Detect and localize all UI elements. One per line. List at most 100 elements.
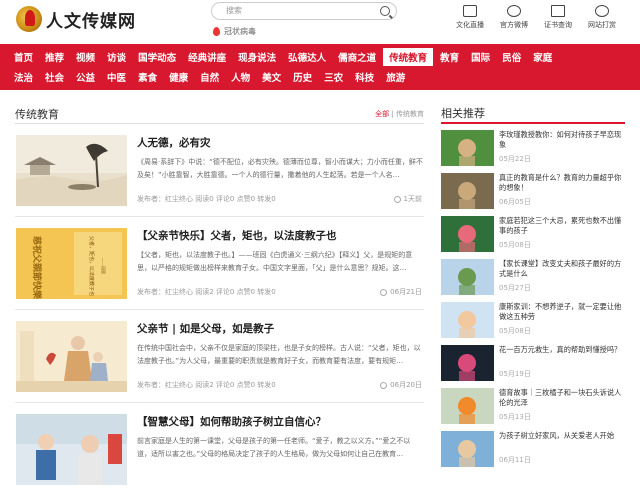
nav-item[interactable]: 教育	[434, 47, 465, 67]
nav-item[interactable]: 推荐	[39, 47, 70, 67]
article-time-text: 06月20日	[390, 381, 422, 389]
sidebar-thumbnail[interactable]	[441, 130, 494, 166]
sidebar-item[interactable]: 真正的教育是什么？教育的力量超乎你的想象！ 06月05日	[441, 171, 625, 214]
sidebar-item-date: 05月08日	[499, 327, 531, 335]
nav-item[interactable]: 家庭	[527, 47, 558, 67]
article-title[interactable]: 父亲节 | 如是父母，如是教子	[137, 321, 274, 336]
sidebar-item[interactable]: 康斯家训：不想养逆子，就一定要让他做这五种劳 05月08日	[441, 300, 625, 343]
article-item[interactable]: 人无德，必有灾 《周易·系辞下》中说：“德不配位，必有灾殃。德薄而位尊，智小而谋…	[15, 124, 424, 217]
sidebar-item-date: 05月19日	[499, 370, 531, 378]
sidebar-item[interactable]: 花一百万元救生，真的帮助到懂授吗？ 05月19日	[441, 343, 625, 386]
nav-item[interactable]: 国学动态	[132, 47, 182, 67]
article-summary: 前言家庭是人生的第一课堂，父母是孩子的第一任老师。“爱子，教之以义方。”“爱之不…	[137, 437, 411, 458]
live-tv-icon	[463, 5, 477, 17]
search-input[interactable]: 搜索	[211, 2, 397, 20]
sidebar-item-date: 06月11日	[499, 456, 531, 464]
hot-topic-link[interactable]: 冠状病毒	[213, 26, 256, 37]
sidebar-list: 李玫瑾教授教你：如何对待孩子早恋现象 05月22日真正的教育是什么？教育的力量超乎…	[441, 128, 625, 472]
nav-item[interactable]: 视频	[70, 47, 101, 67]
tool-live[interactable]: 文化直播	[448, 4, 492, 30]
article-item[interactable]: 慈祝父親節快樂 父者，矩也，以法度教子也 ——班固 【父亲节快乐】父者，矩也，以…	[15, 217, 424, 310]
nav-item[interactable]: 弘德达人	[282, 47, 332, 67]
sidebar-item-date: 05月22日	[499, 155, 531, 163]
search-icon[interactable]	[380, 6, 390, 16]
sidebar-item[interactable]: 家庭若犯这三个大忌，累死也数不出懂事的孩子 05月08日	[441, 214, 625, 257]
sidebar-item[interactable]: 【家长课堂】改变丈夫和孩子最好的方式是什么 05月27日	[441, 257, 625, 300]
article-time: 06月20日	[380, 380, 422, 390]
nav-item[interactable]: 自然	[194, 67, 225, 87]
nav-item[interactable]: 公益	[70, 67, 101, 87]
sidebar-item-title[interactable]: 为孩子树立好家风，从关爱老人开始	[499, 431, 625, 451]
nav-item[interactable]: 中医	[101, 67, 132, 87]
nav-item[interactable]: 传统教育	[382, 47, 435, 67]
weibo-icon	[507, 5, 521, 17]
nav-item[interactable]: 首页	[8, 47, 39, 67]
nav-item[interactable]: 经典讲座	[182, 47, 232, 67]
article-title[interactable]: 【智慧父母】如何帮助孩子树立自信心？	[137, 414, 326, 429]
reward-icon	[595, 5, 609, 17]
nav-item[interactable]: 美文	[256, 67, 287, 87]
tool-certificate[interactable]: 证书查询	[536, 4, 580, 30]
sidebar-thumbnail[interactable]	[441, 259, 494, 295]
article-thumbnail[interactable]	[16, 135, 127, 206]
sidebar-item-title[interactable]: 花一百万元救生，真的帮助到懂授吗？	[499, 345, 625, 365]
nav-item[interactable]: 法治	[8, 67, 39, 87]
nav-item[interactable]: 社会	[39, 67, 70, 87]
nav-item[interactable]: 健康	[163, 67, 194, 87]
tool-label: 证书查询	[544, 21, 572, 29]
nav-item[interactable]: 素食	[132, 67, 163, 87]
nav-item[interactable]: 人物	[225, 67, 256, 87]
link-category[interactable]: 传统教育	[396, 110, 424, 118]
tool-reward[interactable]: 网站打赏	[580, 4, 624, 30]
article-title[interactable]: 【父亲节快乐】父者，矩也，以法度教子也	[137, 228, 337, 243]
sidebar-item[interactable]: 德育故事｜三枚橘子和一块石头诉说人伦的光泽 05月13日	[441, 386, 625, 429]
sidebar-thumbnail[interactable]	[441, 388, 494, 424]
sidebar-thumbnail[interactable]	[441, 345, 494, 381]
main-nav: 首页 推荐 视频 访谈 国学动态 经典讲座 现身说法 弘德达人 儒商之道 传统教育 教育 国际 民俗 家庭…	[0, 44, 640, 90]
nav-row-1: 首页 推荐 视频 访谈 国学动态 经典讲座 现身说法 弘德达人 儒商之道 传统教育 教育 国际 民俗 家庭	[8, 47, 632, 67]
nav-item[interactable]: 访谈	[101, 47, 132, 67]
sidebar-thumbnail[interactable]	[441, 431, 494, 467]
sidebar-item-title[interactable]: 家庭若犯这三个大忌，累死也数不出懂事的孩子	[499, 216, 625, 236]
clock-icon	[380, 381, 388, 389]
related-sidebar: 相关推荐 李玫瑾教授教你：如何对待孩子早恋现象 05月22日 真正的教育是什么？教育…	[441, 104, 625, 472]
article-summary: 在传统中国社会中，父亲不仅是家庭的顶梁柱，也是子女的榜样。古人说：“父者，矩也，…	[137, 344, 421, 365]
nav-item[interactable]: 历史	[287, 67, 318, 87]
sidebar-item-title[interactable]: 康斯家训：不想养逆子，就一定要让他做这五种劳	[499, 302, 625, 322]
nav-item[interactable]: 国际	[465, 47, 496, 67]
sidebar-item-title[interactable]: 【家长课堂】改变丈夫和孩子最好的方式是什么	[499, 259, 625, 279]
nav-item[interactable]: 民俗	[496, 47, 527, 67]
clock-icon	[380, 288, 388, 296]
article-time-text: 06月21日	[390, 288, 422, 296]
sidebar-thumbnail[interactable]	[441, 216, 494, 252]
section-header: 传统教育 全部 | 传统教育	[15, 104, 424, 124]
sidebar-item-title[interactable]: 德育故事｜三枚橘子和一块石头诉说人伦的光泽	[499, 388, 625, 408]
link-all[interactable]: 全部	[375, 110, 389, 118]
link-separator: |	[391, 109, 394, 118]
article-summary: 【父者，矩也，以法度教子也。】——班固《白虎通义·三纲六纪》【释义】父，是规矩的…	[137, 251, 413, 272]
section-title: 传统教育	[15, 107, 59, 121]
sidebar-item[interactable]: 为孩子树立好家风，从关爱老人开始 06月11日	[441, 429, 625, 472]
nav-item[interactable]: 科技	[349, 67, 380, 87]
article-summary: 《周易·系辞下》中说：“德不配位，必有灾殃。德薄而位尊，智小而谋大；力小而任重，…	[137, 158, 423, 179]
site-logo[interactable]: 人文传媒网	[16, 6, 136, 32]
article-item[interactable]: 父亲节 | 如是父母，如是教子 在传统中国社会中，父亲不仅是家庭的顶梁柱，也是子…	[15, 310, 424, 403]
nav-item[interactable]: 儒商之道	[332, 47, 382, 67]
article-thumbnail[interactable]	[16, 414, 127, 485]
sidebar-item-title[interactable]: 真正的教育是什么？教育的力量超乎你的想象！	[499, 173, 625, 193]
nav-row-2: 法治 社会 公益 中医 素食 健康 自然 人物 美文 历史 三农 科技 旅游	[8, 67, 632, 87]
sidebar-item[interactable]: 李玫瑾教授教你：如何对待孩子早恋现象 05月22日	[441, 128, 625, 171]
nav-item[interactable]: 三农	[318, 67, 349, 87]
nav-item[interactable]: 现身说法	[232, 47, 282, 67]
sidebar-thumbnail[interactable]	[441, 302, 494, 338]
section-links: 全部 | 传统教育	[375, 109, 424, 119]
nav-item[interactable]: 旅游	[380, 67, 411, 87]
article-thumbnail[interactable]: 慈祝父親節快樂 父者，矩也，以法度教子也 ——班固	[16, 228, 127, 299]
article-thumbnail[interactable]	[16, 321, 127, 392]
sidebar-item-title[interactable]: 李玫瑾教授教你：如何对待孩子早恋现象	[499, 130, 625, 150]
article-item[interactable]: 【智慧父母】如何帮助孩子树立自信心？ 前言家庭是人生的第一课堂，父母是孩子的第一…	[15, 403, 424, 496]
tool-label: 网站打赏	[588, 21, 616, 29]
article-title[interactable]: 人无德，必有灾	[137, 135, 211, 150]
tool-weibo[interactable]: 官方微博	[492, 4, 536, 30]
sidebar-thumbnail[interactable]	[441, 173, 494, 209]
